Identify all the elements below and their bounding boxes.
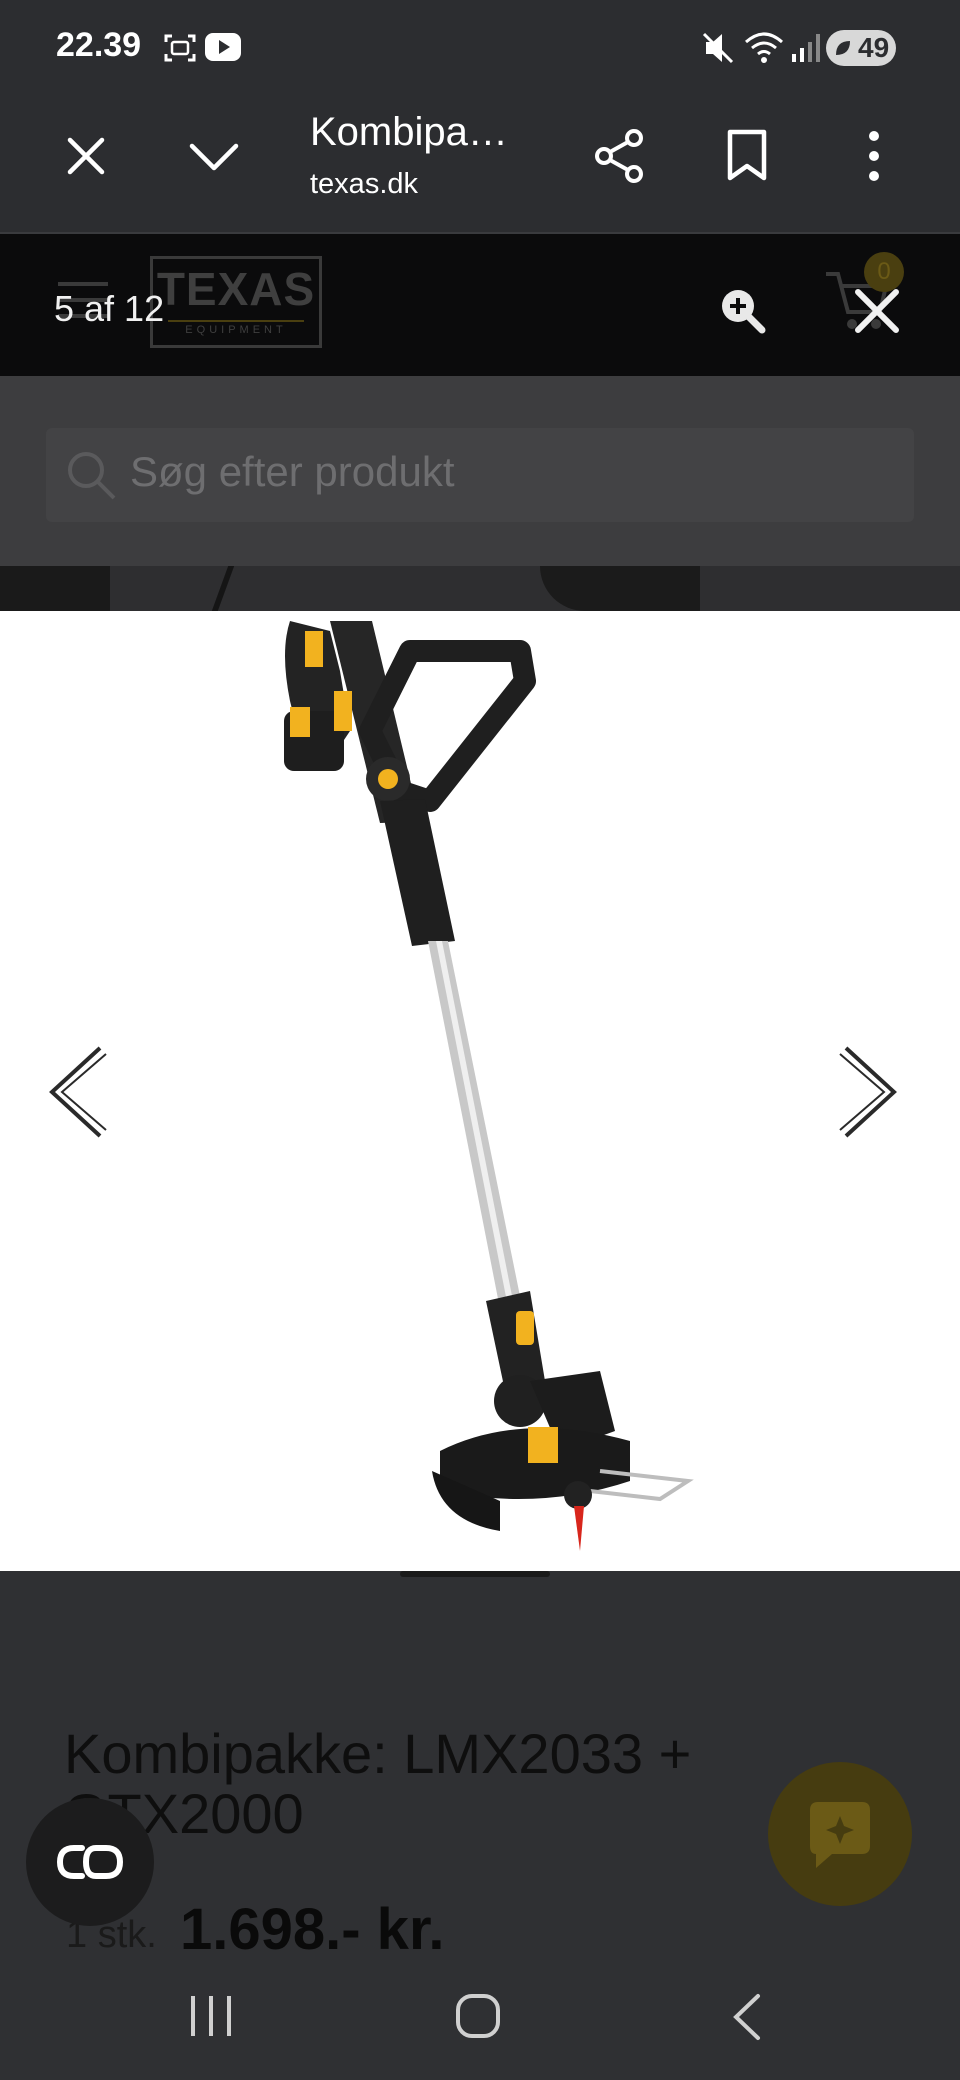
youtube-icon xyxy=(205,33,241,61)
chat-icon xyxy=(810,1802,870,1868)
more-vert-icon[interactable] xyxy=(862,126,886,186)
page-title[interactable]: Kombipa… xyxy=(310,110,508,155)
image-counter: 5 af 12 xyxy=(54,288,165,329)
back-icon[interactable] xyxy=(730,1992,764,2042)
recent-apps-icon[interactable] xyxy=(188,1994,234,2038)
image-indicator xyxy=(400,1571,550,1577)
logo-text: TEXAS xyxy=(156,263,316,315)
google-lens-icon xyxy=(56,1845,124,1879)
battery-indicator: 49 xyxy=(826,30,896,66)
share-icon[interactable] xyxy=(590,126,650,186)
search-icon xyxy=(68,452,116,500)
chevron-right-icon[interactable] xyxy=(838,1044,902,1140)
search-placeholder: Søg efter produkt xyxy=(130,448,455,495)
battery-saver-icon xyxy=(836,41,850,55)
bookmark-icon[interactable] xyxy=(724,128,770,184)
page-url[interactable]: texas.dk xyxy=(310,168,418,201)
battery-level: 49 xyxy=(858,32,890,63)
viewer-close-icon[interactable] xyxy=(852,286,902,336)
chevron-down-icon[interactable] xyxy=(188,140,240,174)
wifi-icon xyxy=(745,32,783,63)
zoom-in-icon[interactable] xyxy=(718,286,768,336)
mute-icon xyxy=(702,32,734,64)
home-icon[interactable] xyxy=(454,1992,502,2040)
chat-button[interactable] xyxy=(768,1762,912,1906)
status-time: 22.39 xyxy=(56,26,142,64)
product-image[interactable] xyxy=(0,611,960,1571)
image-strip-top xyxy=(0,566,960,611)
product-title: Kombipakke: LMX2033 + GTX2000 xyxy=(64,1722,692,1845)
product-price: 1.698.- kr. xyxy=(180,1897,445,1962)
signal-icon xyxy=(792,34,820,62)
grass-trimmer-illustration xyxy=(284,621,694,1551)
close-icon[interactable] xyxy=(64,134,108,178)
lens-button[interactable] xyxy=(26,1798,154,1926)
screenshot-icon xyxy=(164,34,196,62)
logo-subtext: EQUIPMENT xyxy=(185,324,287,336)
chevron-left-icon[interactable] xyxy=(44,1044,108,1140)
logo-underline xyxy=(168,320,304,322)
